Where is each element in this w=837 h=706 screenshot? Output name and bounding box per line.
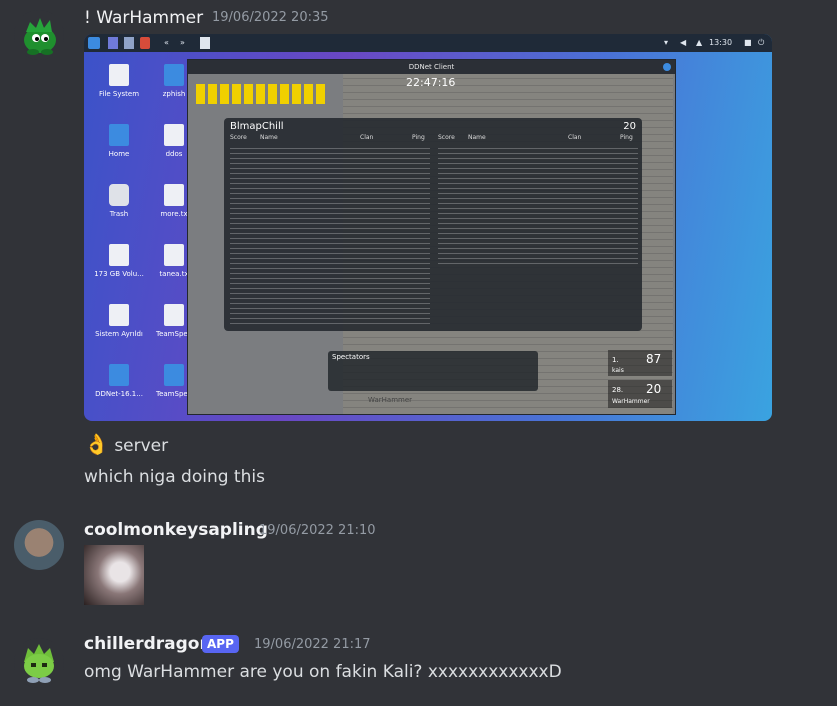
message-text: which niga doing this — [84, 467, 265, 487]
player-count: 20 — [623, 121, 636, 132]
prev-workspace-icon: « — [164, 38, 169, 47]
message-coolmonkeysapling: coolmonkeysapling 19/06/2022 21:10 — [0, 500, 837, 610]
avatar-warhammer[interactable] — [14, 10, 64, 60]
timestamp[interactable]: 19/06/2022 20:35 — [212, 7, 329, 29]
col-clan: Clan — [360, 134, 374, 141]
rank2-name: WarHammer — [612, 398, 650, 405]
avatar-chillerdragon[interactable] — [14, 638, 64, 688]
bell-icon: ▲ — [696, 38, 703, 47]
rank2-score: 20 — [646, 382, 662, 396]
volume-icon: ◀ — [680, 38, 687, 47]
player-rows-right — [438, 144, 638, 264]
col-name: Name — [260, 134, 278, 141]
avatar-coolmonkeysapling[interactable] — [14, 520, 64, 570]
message-chillerdragon: chillerdragon APP 19/06/2022 21:17 omg W… — [0, 625, 837, 706]
app-menu-icon — [88, 37, 100, 49]
username[interactable]: coolmonkeysapling — [84, 519, 268, 541]
spectators-box: Spectators — [328, 351, 538, 391]
ddnet-window[interactable]: DDNet Client 22:47:16 BlmapChill 20 Scor… — [187, 59, 676, 415]
timestamp[interactable]: 19/06/2022 21:17 — [254, 634, 371, 656]
rank1-box: 1. 87 kais — [608, 350, 672, 376]
rank1-rank: 1. — [612, 356, 619, 364]
message-warhammer: ! WarHammer 19/06/2022 20:35 « » ▾ ◀ ▲ 1… — [0, 0, 837, 500]
desktop-icon[interactable]: Trash — [94, 184, 144, 218]
image-attachment[interactable] — [84, 545, 144, 605]
message-text: omg WarHammer are you on fakin Kali? xxx… — [84, 662, 562, 682]
power-icon: ⏻ — [758, 38, 765, 47]
col-ping: Ping — [412, 134, 425, 141]
col-ping-2: Ping — [620, 134, 633, 141]
rank1-name: kais — [612, 367, 624, 374]
username[interactable]: ! WarHammer — [84, 7, 203, 29]
app-badge: APP — [202, 635, 239, 653]
lock-icon: ■ — [744, 38, 752, 47]
scoreboard: BlmapChill 20 Score Name Clan Ping Score… — [224, 118, 642, 331]
panel-clock: 13:30 — [709, 38, 733, 47]
close-icon[interactable] — [663, 63, 671, 71]
network-icon: ▾ — [664, 38, 669, 47]
player-nameplate: WarHammer — [368, 396, 413, 404]
rank2-box: 28. 20 WarHammer — [608, 380, 672, 408]
browser-icon — [140, 37, 150, 49]
screenshot-attachment[interactable]: « » ▾ ◀ ▲ 13:30 ■ ⏻ File System zphish H… — [84, 34, 772, 421]
spectators-label: Spectators — [332, 353, 370, 361]
player-rows-left — [230, 144, 430, 324]
desktop-icon[interactable]: DDNet-16.1... — [94, 364, 144, 398]
next-workspace-icon: » — [180, 38, 185, 47]
message-text: server — [114, 436, 169, 456]
game-timer: 22:47:16 — [406, 76, 456, 89]
terminal-icon — [108, 37, 118, 49]
map-name: BlmapChill — [230, 121, 284, 132]
desktop-icon[interactable]: Home — [94, 124, 144, 158]
col-score-2: Score — [438, 134, 455, 141]
username[interactable]: chillerdragon — [84, 633, 212, 655]
hearts-armor-icon — [196, 84, 326, 104]
desktop-icon[interactable]: Sistem Ayrıldı — [94, 304, 144, 338]
timestamp[interactable]: 19/06/2022 21:10 — [259, 520, 376, 542]
rank1-score: 87 — [646, 352, 662, 366]
desktop-top-panel: « » ▾ ◀ ▲ 13:30 ■ ⏻ — [84, 34, 772, 52]
tee-spiky-icon — [24, 644, 54, 683]
col-clan-2: Clan — [568, 134, 582, 141]
message-line: 👌 server — [84, 432, 168, 458]
desktop-icon[interactable]: 173 GB Volu... — [94, 244, 144, 278]
ok-hand-emoji: 👌 — [84, 432, 109, 456]
col-name-2: Name — [468, 134, 486, 141]
folder-icon — [124, 37, 134, 49]
window-title: DDNet Client — [188, 60, 675, 74]
window-icon — [200, 37, 210, 49]
tee-green-icon — [24, 18, 56, 55]
desktop-icon[interactable]: File System — [94, 64, 144, 98]
rank2-rank: 28. — [612, 386, 624, 394]
col-score: Score — [230, 134, 247, 141]
